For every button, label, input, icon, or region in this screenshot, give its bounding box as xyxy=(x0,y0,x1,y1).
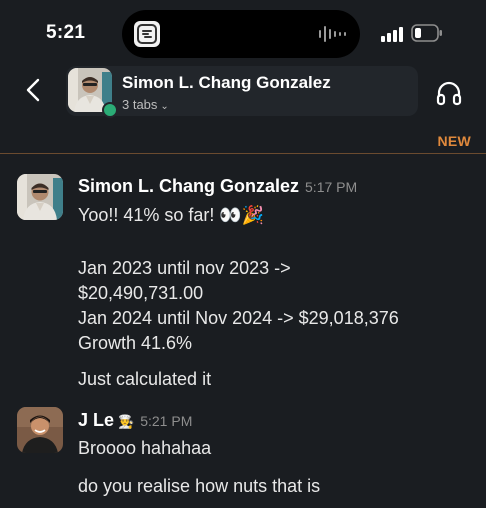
conversation-header: Simon L. Chang Gonzalez 3 tabs ⌄ xyxy=(0,62,486,124)
cellular-signal-icon xyxy=(381,27,403,42)
status-time: 5:21 xyxy=(46,22,86,43)
chevron-down-icon: ⌄ xyxy=(160,101,169,112)
message-text: Jan 2023 until nov 2023 -> xyxy=(78,258,291,278)
sender-name: Simon L. Chang Gonzalez xyxy=(78,176,300,196)
presence-indicator xyxy=(102,102,118,118)
avatar[interactable] xyxy=(17,407,63,453)
message-timestamp: 5:21 PM xyxy=(140,413,193,429)
message-text: Yoo!! 41% so far! 👀🎉 xyxy=(78,205,265,225)
contact-name: Simon L. Chang Gonzalez xyxy=(122,73,331,92)
message-text: Growth 41.6% xyxy=(78,333,193,353)
message-timestamp: 5:17 PM xyxy=(305,179,358,195)
tabs-label: 3 tabs xyxy=(122,97,158,112)
message-sender-name[interactable]: Simon L. Chang Gonzalez 5:17 PM xyxy=(78,176,357,197)
audio-waveform-icon xyxy=(319,26,346,42)
sender-name: J Le xyxy=(78,410,115,430)
headphones-icon[interactable] xyxy=(434,78,464,108)
new-messages-divider xyxy=(0,153,486,154)
contact-header-button[interactable]: Simon L. Chang Gonzalez 3 tabs ⌄ xyxy=(66,66,418,118)
message-text: $20,490,731.00 xyxy=(78,283,204,303)
dynamic-island[interactable] xyxy=(122,10,360,58)
slack-app-icon xyxy=(134,21,160,47)
status-bar: 5:21 xyxy=(0,0,486,62)
message-text: do you realise how nuts that is xyxy=(78,476,321,496)
message-text: Broooo hahahaa xyxy=(78,438,212,458)
battery-icon xyxy=(411,24,442,42)
status-emoji: 👨‍🍳 xyxy=(118,414,135,429)
new-messages-label: NEW xyxy=(437,133,471,149)
message-sender-name[interactable]: J Le 👨‍🍳 5:21 PM xyxy=(78,410,192,431)
tabs-selector[interactable]: 3 tabs ⌄ xyxy=(122,97,169,112)
message-text: Jan 2024 until Nov 2024 -> $29,018,376 xyxy=(78,308,399,328)
avatar[interactable] xyxy=(17,174,63,220)
chevron-left-icon[interactable] xyxy=(20,76,48,104)
message-text: Just calculated it xyxy=(78,369,212,389)
